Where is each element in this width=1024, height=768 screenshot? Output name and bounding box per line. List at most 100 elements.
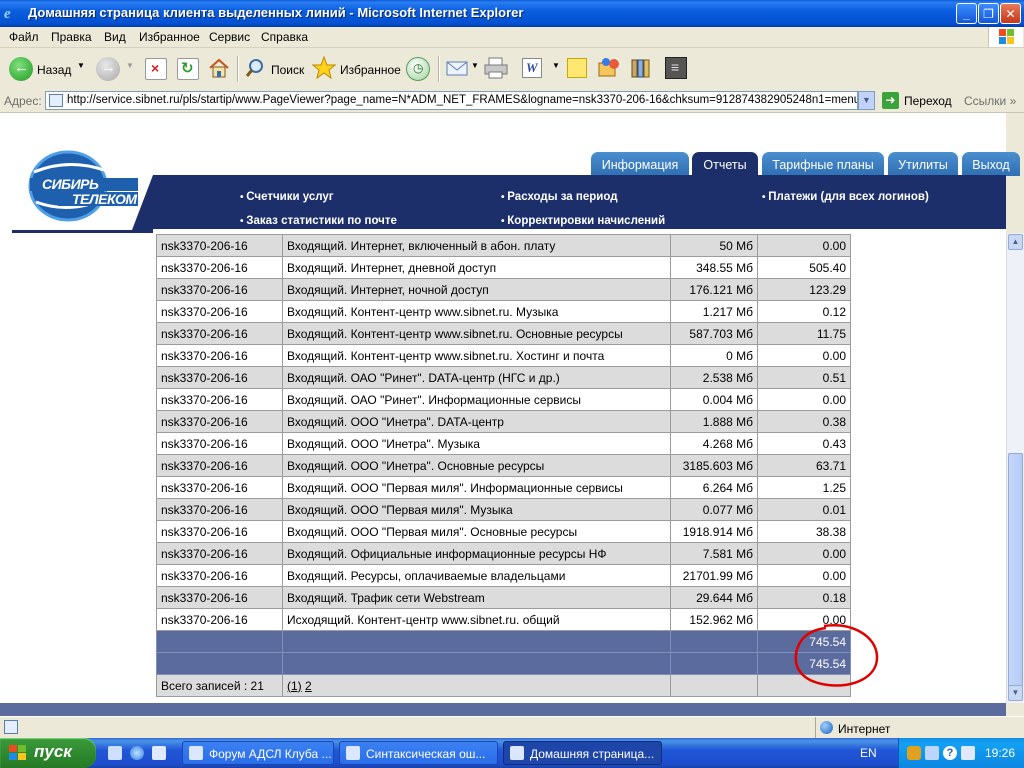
window-title: Домашняя страница клиента выделенных лин… bbox=[28, 5, 524, 20]
quicklaunch-desktop-icon[interactable] bbox=[152, 746, 166, 760]
taskbar-item-syntax-error[interactable]: Синтаксическая ош... bbox=[339, 741, 498, 765]
table-row: nsk3370-206-16 Входящий. Интернет, ночной… bbox=[156, 278, 851, 301]
favorites-label[interactable]: Избранное bbox=[340, 63, 401, 77]
menu-favorites[interactable]: Избранное bbox=[139, 30, 200, 44]
page-link-1[interactable]: (1) bbox=[287, 679, 302, 693]
start-button[interactable]: пуск bbox=[0, 738, 96, 768]
minimize-button[interactable]: _ bbox=[956, 3, 977, 24]
menu-help[interactable]: Справка bbox=[261, 30, 308, 44]
volume-cell: 1.888 Мб bbox=[670, 410, 758, 433]
search-label[interactable]: Поиск bbox=[271, 63, 304, 77]
maximize-button[interactable]: ❐ bbox=[978, 3, 999, 24]
taskbar-item-label: Форум АДСЛ Клуба ... bbox=[209, 747, 332, 761]
amount-cell: 0.18 bbox=[757, 586, 851, 609]
nav-order-stats-email[interactable]: Заказ статистики по почте bbox=[240, 215, 397, 227]
messenger-icon[interactable] bbox=[597, 57, 621, 79]
login-cell: nsk3370-206-16 bbox=[156, 520, 283, 543]
back-label[interactable]: Назад bbox=[37, 63, 71, 77]
clock[interactable]: 19:26 bbox=[985, 746, 1015, 760]
traffic-table: nsk3370-206-16 Входящий. Интернет, включе… bbox=[156, 234, 851, 697]
scroll-up-icon[interactable]: ▲ bbox=[1008, 234, 1023, 250]
nav-service-counters[interactable]: Счетчики услуг bbox=[240, 191, 333, 203]
volume-cell: 7.581 Мб bbox=[670, 542, 758, 565]
refresh-icon[interactable]: ↻ bbox=[177, 58, 199, 80]
address-input[interactable]: http://service.sibnet.ru/pls/startip/www… bbox=[45, 91, 858, 110]
menu-edit[interactable]: Правка bbox=[51, 30, 92, 44]
tray-app-icon[interactable] bbox=[907, 746, 921, 760]
back-arrow-icon[interactable]: ← bbox=[9, 57, 33, 81]
taskbar-item-label: Домашняя страница... bbox=[530, 747, 655, 761]
taskbar: пуск Форум АДСЛ Клуба ... Синтаксическая… bbox=[0, 738, 1024, 768]
taskbar-item-homepage[interactable]: Домашняя страница... bbox=[503, 741, 662, 765]
edit-icon[interactable]: W bbox=[522, 58, 542, 78]
quicklaunch-explorer-icon[interactable] bbox=[108, 746, 122, 760]
forward-dropdown-icon[interactable]: ▼ bbox=[126, 61, 134, 70]
history-icon[interactable]: ◷ bbox=[406, 57, 430, 81]
amount-cell: 0.51 bbox=[757, 366, 851, 389]
go-label[interactable]: Переход bbox=[904, 94, 952, 108]
table-row: nsk3370-206-16 Входящий. ОАО "Ринет". Инф… bbox=[156, 388, 851, 411]
tray-help-icon[interactable]: ? bbox=[943, 746, 957, 760]
login-cell: nsk3370-206-16 bbox=[156, 366, 283, 389]
table-row: nsk3370-206-16 Входящий. ОАО "Ринет". DAT… bbox=[156, 366, 851, 389]
title-bar: e Домашняя страница клиента выделенных л… bbox=[0, 0, 1024, 27]
nav-expenses-period[interactable]: Расходы за период bbox=[501, 191, 617, 203]
mail-icon[interactable] bbox=[446, 58, 470, 78]
menu-view[interactable]: Вид bbox=[104, 30, 126, 44]
search-icon[interactable] bbox=[244, 57, 266, 79]
quicklaunch-ie-icon[interactable] bbox=[130, 746, 144, 760]
volume-cell: 587.703 Мб bbox=[670, 322, 758, 345]
amount-cell: 0.00 bbox=[757, 564, 851, 587]
tab-exit[interactable]: Выход bbox=[962, 152, 1020, 176]
address-url[interactable]: http://service.sibnet.ru/pls/startip/www… bbox=[67, 94, 857, 106]
volume-cell: 152.962 Мб bbox=[670, 608, 758, 631]
service-cell: Входящий. ООО "Инетра". Основные ресурсы bbox=[282, 454, 671, 477]
tray-volume-icon[interactable] bbox=[961, 746, 975, 760]
go-arrow-icon[interactable]: ➜ bbox=[882, 92, 899, 109]
mail-dropdown-icon[interactable]: ▼ bbox=[471, 61, 479, 70]
tray-network-icon[interactable] bbox=[925, 746, 939, 760]
nav-payments-all[interactable]: Платежи (для всех логинов) bbox=[762, 191, 929, 203]
back-dropdown-icon[interactable]: ▼ bbox=[77, 61, 85, 70]
stop-icon[interactable]: × bbox=[145, 58, 167, 80]
amount-cell: 0.38 bbox=[757, 410, 851, 433]
pagination: (1) 2 bbox=[282, 674, 671, 697]
tab-reports[interactable]: Отчеты bbox=[692, 152, 758, 176]
tab-utilities[interactable]: Утилиты bbox=[888, 152, 958, 176]
menu-file[interactable]: Файл bbox=[9, 30, 39, 44]
volume-cell: 21701.99 Мб bbox=[670, 564, 758, 587]
taskbar-item-label: Синтаксическая ош... bbox=[366, 747, 486, 761]
favorites-star-icon[interactable] bbox=[311, 55, 337, 80]
page-link-2[interactable]: 2 bbox=[305, 679, 312, 693]
home-icon[interactable] bbox=[208, 57, 230, 79]
scroll-down-icon[interactable]: ▼ bbox=[1008, 685, 1023, 701]
table-row: nsk3370-206-16 Входящий. Официальные инфо… bbox=[156, 542, 851, 565]
volume-cell: 6.264 Мб bbox=[670, 476, 758, 499]
edit-dropdown-icon[interactable]: ▼ bbox=[552, 61, 560, 70]
table-row: nsk3370-206-16 Входящий. ООО "Первая миля… bbox=[156, 476, 851, 499]
menu-tools[interactable]: Сервис bbox=[209, 30, 250, 44]
tab-info[interactable]: Информация bbox=[591, 152, 689, 176]
taskbar-item-forum[interactable]: Форум АДСЛ Клуба ... bbox=[182, 741, 334, 765]
vertical-scrollbar[interactable]: ▲ ▼ bbox=[1006, 233, 1024, 703]
discuss-icon[interactable] bbox=[567, 58, 587, 78]
windows-logo-icon bbox=[988, 27, 1023, 47]
research-icon[interactable] bbox=[630, 57, 652, 79]
close-button[interactable]: ✕ bbox=[1000, 3, 1021, 24]
winrar-icon[interactable]: ≡ bbox=[665, 57, 687, 79]
login-cell: nsk3370-206-16 bbox=[156, 542, 283, 565]
print-icon[interactable] bbox=[484, 57, 508, 79]
start-label[interactable]: пуск bbox=[34, 742, 72, 762]
amount-cell: 38.38 bbox=[757, 520, 851, 543]
forward-arrow-icon[interactable]: → bbox=[96, 57, 120, 81]
links-label[interactable]: Ссылки » bbox=[964, 94, 1016, 108]
service-cell: Входящий. Контент-центр www.sibnet.ru. М… bbox=[282, 300, 671, 323]
nav-charge-corrections[interactable]: Корректировки начислений bbox=[501, 215, 665, 227]
totals-row: 745.54 bbox=[156, 630, 851, 653]
language-indicator[interactable]: EN bbox=[860, 746, 877, 760]
scroll-thumb[interactable] bbox=[1008, 453, 1023, 687]
table-row: nsk3370-206-16 Входящий. ООО "Первая миля… bbox=[156, 520, 851, 543]
table-row: nsk3370-206-16 Входящий. Контент-центр ww… bbox=[156, 344, 851, 367]
address-dropdown-icon[interactable]: ▼ bbox=[858, 91, 875, 110]
tab-tariffs[interactable]: Тарифные планы bbox=[762, 152, 884, 176]
